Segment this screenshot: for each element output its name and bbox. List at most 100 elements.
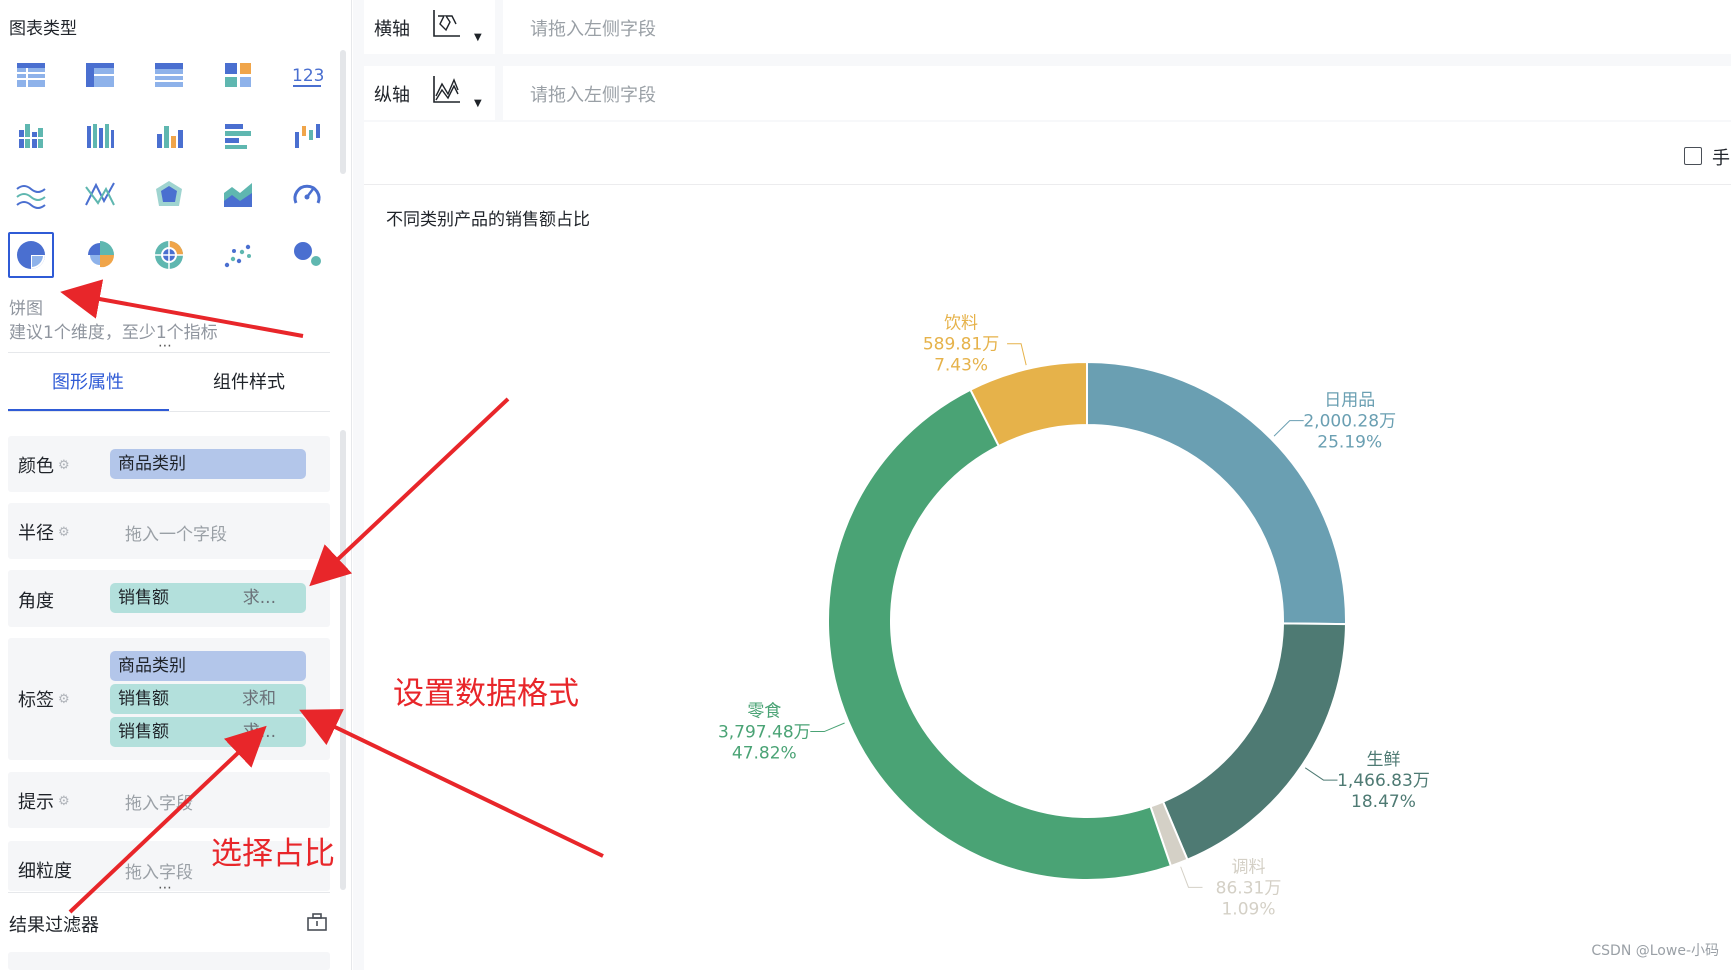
column-icon[interactable] xyxy=(146,113,192,159)
prop-labels-label: 标签 xyxy=(18,690,54,711)
slice-label-percent: 1.09% xyxy=(1221,899,1275,919)
bar-icon[interactable] xyxy=(215,113,261,159)
prop-color-label: 颜色 xyxy=(18,456,54,477)
slice-label-name: 日用品 xyxy=(1324,391,1375,411)
y-axis-icon[interactable] xyxy=(430,74,462,110)
chevron-down-icon[interactable]: ▼ xyxy=(474,32,482,43)
multi-pie-icon[interactable] xyxy=(146,232,192,278)
pill-label: 商品类别 xyxy=(118,454,186,474)
annotation-select-ratio: 选择占比 xyxy=(211,836,335,872)
prop-tooltip-label: 提示 xyxy=(18,792,54,813)
pill-aggregation: 求... xyxy=(242,588,276,608)
donut-slice[interactable] xyxy=(1086,360,1347,626)
tab-graphic-properties[interactable]: 图形属性 xyxy=(52,368,124,394)
divider xyxy=(8,352,330,353)
y-axis-shelf[interactable]: 纵轴 ▼ 请拖入左侧字段 xyxy=(364,66,1731,120)
slice-label-name: 饮料 xyxy=(944,314,978,334)
bi-editor: 图表类型 123 饼图 建议1个维度，至少1个指标 ⋯ 图形属性 组件样式 颜色… xyxy=(0,0,1731,970)
separator xyxy=(495,66,503,120)
svg-text:123: 123 xyxy=(292,66,323,86)
tooltip-drop-placeholder: 拖入字段 xyxy=(125,794,193,814)
waterfall-icon[interactable] xyxy=(284,113,330,159)
pill-aggregation: 求... xyxy=(242,722,276,742)
watermark: CSDN @Lowe-小码 xyxy=(1591,943,1719,959)
pie-icon[interactable] xyxy=(8,232,54,278)
prop-radius-label: 半径 xyxy=(18,523,54,544)
gear-icon[interactable]: ⚙ xyxy=(58,458,70,473)
slice-label-value: 1,466.83万 xyxy=(1337,771,1430,791)
x-axis-icon[interactable] xyxy=(430,8,462,44)
scrollbar-top[interactable] xyxy=(340,50,346,174)
donut-slice[interactable] xyxy=(827,388,1173,881)
grouped-column-icon[interactable] xyxy=(8,113,54,159)
divider xyxy=(8,411,330,412)
color-field-pill[interactable]: 商品类别 xyxy=(110,449,306,479)
separator xyxy=(495,0,503,54)
radar-icon[interactable] xyxy=(146,172,192,218)
bubble-icon[interactable] xyxy=(284,232,330,278)
slice-label-percent: 18.47% xyxy=(1351,792,1416,812)
prop-radius[interactable]: 半径 ⚙ 拖入一个字段 xyxy=(8,503,330,559)
y-axis-label: 纵轴 xyxy=(374,85,410,106)
slice-label-value: 86.31万 xyxy=(1216,878,1282,898)
scrollbar-properties[interactable] xyxy=(340,430,346,890)
label-leader-line xyxy=(1273,420,1304,437)
radius-drop-placeholder: 拖入一个字段 xyxy=(125,525,227,545)
slice-label-name: 零食 xyxy=(747,702,781,722)
filter-area[interactable] xyxy=(8,952,330,970)
gauge-icon[interactable] xyxy=(284,172,330,218)
selected-chart-hint: 建议1个维度，至少1个指标 xyxy=(9,323,218,343)
prop-angle: 角度 销售额 求... xyxy=(8,570,330,627)
pill-label: 销售额 xyxy=(118,588,169,608)
chart-types-title: 图表类型 xyxy=(9,19,77,39)
slice-label-value: 3,797.48万 xyxy=(718,723,811,743)
chart-card: 不同类别产品的销售额占比 日用品 2,000.28万 25.19% 生鲜 1,466.8… xyxy=(364,184,1731,970)
prop-tooltip[interactable]: 提示 ⚙ 拖入字段 xyxy=(8,772,330,828)
result-filter-title: 结果过滤器 xyxy=(9,915,99,936)
resize-handle[interactable]: ⋯ xyxy=(158,880,173,896)
chevron-down-icon[interactable]: ▼ xyxy=(474,98,482,109)
pill-label: 销售额 xyxy=(118,689,169,709)
x-axis-shelf[interactable]: 横轴 ▼ 请拖入左侧字段 xyxy=(364,0,1731,54)
gear-icon[interactable]: ⚙ xyxy=(58,692,70,707)
pill-label: 销售额 xyxy=(118,722,169,742)
slice-label-value: 2,000.28万 xyxy=(1303,412,1396,432)
slice-label-percent: 7.43% xyxy=(934,356,988,376)
canvas-area: 横轴 ▼ 请拖入左侧字段 纵轴 ▼ 请拖入左侧字段 手 不同类别产品的销售额占比… xyxy=(353,0,1731,970)
chart-toolbar: 手 xyxy=(364,122,1731,184)
label-field-pill-sales-ratio[interactable]: 销售额 求... xyxy=(110,717,306,747)
rose-pie-icon[interactable] xyxy=(77,232,123,278)
gear-icon[interactable]: ⚙ xyxy=(58,525,70,540)
slice-label-percent: 25.19% xyxy=(1317,433,1382,453)
table-icon[interactable] xyxy=(8,52,54,98)
pill-label: 商品类别 xyxy=(118,656,186,676)
pivot-table-icon[interactable] xyxy=(77,52,123,98)
slice-label-value: 589.81万 xyxy=(923,335,999,355)
pill-aggregation: 求和 xyxy=(242,689,276,709)
slice-label-name: 调料 xyxy=(1231,857,1265,877)
y-axis-placeholder: 请拖入左侧字段 xyxy=(530,85,656,106)
slice-label-percent: 47.82% xyxy=(732,744,797,764)
prop-granularity-label: 细粒度 xyxy=(18,861,72,882)
label-leader-line xyxy=(1007,343,1027,366)
label-field-pill-category[interactable]: 商品类别 xyxy=(110,651,306,681)
manual-checkbox[interactable] xyxy=(1684,147,1702,165)
filter-settings-icon[interactable] xyxy=(306,912,328,936)
cross-line-icon[interactable] xyxy=(77,172,123,218)
label-leader-line xyxy=(1180,866,1203,888)
x-axis-placeholder: 请拖入左侧字段 xyxy=(530,19,656,40)
label-field-pill-sales-sum[interactable]: 销售额 求和 xyxy=(110,684,306,714)
number-icon[interactable]: 123 xyxy=(284,52,330,98)
donut-slice[interactable] xyxy=(1161,622,1347,862)
area-icon[interactable] xyxy=(215,172,261,218)
card-icon[interactable] xyxy=(215,52,261,98)
donut-chart: 日用品2,000.28万25.19% 生鲜1,466.83万18.47% 调料86.… xyxy=(718,314,1430,920)
scatter-icon[interactable] xyxy=(215,232,261,278)
angle-field-pill[interactable]: 销售额 求... xyxy=(110,583,306,613)
gear-icon[interactable]: ⚙ xyxy=(58,794,70,809)
prop-angle-label: 角度 xyxy=(18,591,54,612)
line-icon[interactable] xyxy=(8,172,54,218)
tab-component-style[interactable]: 组件样式 xyxy=(213,368,285,394)
stacked-column-icon[interactable] xyxy=(77,113,123,159)
detail-table-icon[interactable] xyxy=(146,52,192,98)
